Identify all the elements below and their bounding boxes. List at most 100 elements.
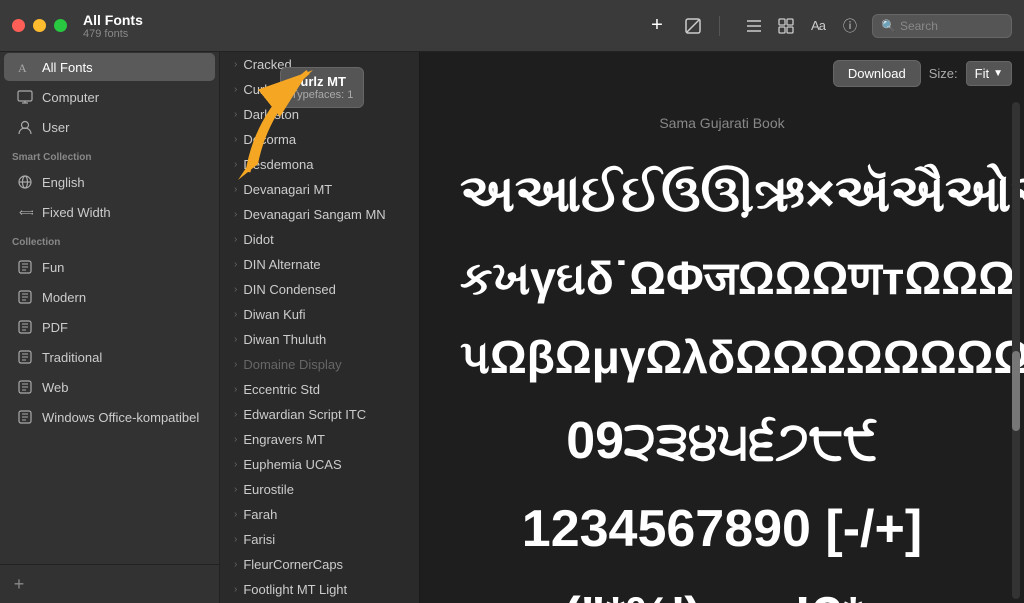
info-button[interactable]: ⓘ (836, 12, 864, 40)
font-name-label: Cracked (243, 57, 291, 72)
font-name-label: Euphemia UCAS (243, 457, 341, 472)
font-list-item[interactable]: › Farisi (220, 527, 419, 552)
preview-line-3: પΩβΩμγΩλδΩΩΩΩΩΩΩΩ (460, 328, 984, 388)
chevron-right-icon: › (234, 259, 237, 270)
font-name-label: Farah (243, 507, 277, 522)
sidebar-item-user[interactable]: User (4, 113, 215, 141)
font-list-item[interactable]: › Decorma (220, 127, 419, 152)
view-toggle-group: Aa ⓘ (740, 12, 864, 40)
preview-line-1: અઆઈઈઉઊ઼ઋ×ઍઐઓઔઅઃ (460, 161, 984, 229)
font-name-label: Decorma (243, 132, 296, 147)
chevron-right-icon: › (234, 184, 237, 195)
preview-scrollbar[interactable] (1012, 102, 1020, 599)
font-list-item[interactable]: › Diwan Kufi (220, 302, 419, 327)
sidebar-item-traditional[interactable]: Traditional (4, 343, 215, 371)
font-list-item[interactable]: › DIN Alternate (220, 252, 419, 277)
tooltip-title: Curlz MT (291, 74, 353, 89)
sidebar-item-label: PDF (42, 320, 68, 335)
size-label: Size: (929, 66, 958, 81)
chevron-right-icon: › (234, 459, 237, 470)
collection-windows-icon (16, 408, 34, 426)
chevron-right-icon: › (234, 134, 237, 145)
no-preview-button[interactable] (679, 12, 707, 40)
size-selector[interactable]: Fit ▼ (966, 61, 1012, 86)
font-list-item[interactable]: › Footlight MT Light (220, 577, 419, 602)
add-font-button[interactable]: + (643, 12, 671, 40)
font-name-label: Eurostile (243, 482, 294, 497)
preview-line-5: 1234567890 [-/+] (460, 496, 984, 564)
font-list-item[interactable]: › Cracked (220, 52, 419, 77)
chevron-right-icon: › (234, 334, 237, 345)
font-name-label: Desdemona (243, 157, 313, 172)
chevron-down-icon: ▼ (993, 68, 1003, 79)
sidebar-item-computer[interactable]: Computer (4, 83, 215, 111)
chevron-right-icon: › (234, 409, 237, 420)
size-value: Fit (975, 66, 989, 81)
font-name-label: Devanagari MT (243, 182, 332, 197)
font-list-item[interactable]: › Farah (220, 502, 419, 527)
font-list-item[interactable]: › FleurCornerCaps (220, 552, 419, 577)
font-name-label: DIN Alternate (243, 257, 320, 272)
sidebar-item-fixed-width[interactable]: ⟺ Fixed Width (4, 198, 215, 226)
fixed-width-icon: ⟺ (16, 203, 34, 221)
font-name-label: Domaine Display (243, 357, 341, 372)
scrollbar-thumb[interactable] (1012, 351, 1020, 431)
font-list-item[interactable]: › Engravers MT (220, 427, 419, 452)
grid-view-button[interactable] (772, 12, 800, 40)
maximize-button[interactable] (54, 19, 67, 32)
font-list-item[interactable]: › DIN Condensed (220, 277, 419, 302)
chevron-right-icon: › (234, 484, 237, 495)
font-name-label: Engravers MT (243, 432, 325, 447)
font-list-item[interactable]: › Domaine Display (220, 352, 419, 377)
titlebar-subtitle: 479 fonts (83, 28, 143, 40)
font-name-label: Diwan Thuluth (243, 332, 326, 347)
font-name-label: DIN Condensed (243, 282, 336, 297)
sidebar-item-fun[interactable]: Fun (4, 253, 215, 281)
tooltip-subtitle: Typefaces: 1 (291, 89, 353, 101)
sidebar-item-all-fonts[interactable]: A All Fonts (4, 53, 215, 81)
font-list-item[interactable]: › Eurostile (220, 477, 419, 502)
sidebar-item-label: Fixed Width (42, 205, 111, 220)
chevron-right-icon: › (234, 384, 237, 395)
sidebar-item-label: English (42, 175, 85, 190)
chevron-right-icon: › (234, 59, 237, 70)
font-list-item[interactable]: › Desdemona (220, 152, 419, 177)
font-list-item[interactable]: › Euphemia UCAS (220, 452, 419, 477)
sidebar-bottom: + (0, 564, 219, 603)
titlebar: All Fonts 479 fonts + (0, 0, 1024, 52)
font-name-label: Footlight MT Light (243, 582, 347, 597)
sidebar-item-label: User (42, 120, 69, 135)
sidebar-item-web[interactable]: Web (4, 373, 215, 401)
computer-icon (16, 88, 34, 106)
font-list-item[interactable]: › Edwardian Script ITC (220, 402, 419, 427)
collection-fun-icon (16, 258, 34, 276)
sidebar-item-english[interactable]: English (4, 168, 215, 196)
chevron-right-icon: › (234, 584, 237, 595)
list-view-button[interactable] (740, 12, 768, 40)
font-name-label: Diwan Kufi (243, 307, 305, 322)
sidebar-item-windows-office[interactable]: Windows Office-kompatibel (4, 403, 215, 431)
fonts-icon: A (16, 58, 34, 76)
chevron-right-icon: › (234, 559, 237, 570)
chevron-right-icon: › (234, 109, 237, 120)
close-button[interactable] (12, 19, 25, 32)
font-list-item[interactable]: › Devanagari MT (220, 177, 419, 202)
font-list-item[interactable]: › Darleston (220, 102, 419, 127)
sidebar-item-pdf[interactable]: PDF (4, 313, 215, 341)
download-button[interactable]: Download (833, 60, 921, 87)
add-collection-button[interactable]: + (8, 573, 30, 595)
preview-content: Sama Gujarati Book અઆઈઈઉઊ઼ઋ×ઍઐઓઔઅઃ કખγઘδ… (420, 95, 1024, 603)
traffic-lights (12, 19, 67, 32)
search-placeholder: Search (900, 19, 938, 33)
font-list-item-curlz[interactable]: › Curlz MT Curlz MT Typefaces: 1 (220, 77, 419, 102)
font-list-item[interactable]: › Devanagari Sangam MN (220, 202, 419, 227)
minimize-button[interactable] (33, 19, 46, 32)
font-list-item[interactable]: › Diwan Thuluth (220, 327, 419, 352)
font-name-label: Eccentric Std (243, 382, 320, 397)
font-list-item[interactable]: › Didot (220, 227, 419, 252)
sidebar-item-modern[interactable]: Modern (4, 283, 215, 311)
font-list-item[interactable]: › Eccentric Std (220, 377, 419, 402)
search-box[interactable]: 🔍 Search (872, 14, 1012, 38)
type-view-button[interactable]: Aa (804, 12, 832, 40)
sidebar: A All Fonts Computer User (0, 52, 220, 603)
